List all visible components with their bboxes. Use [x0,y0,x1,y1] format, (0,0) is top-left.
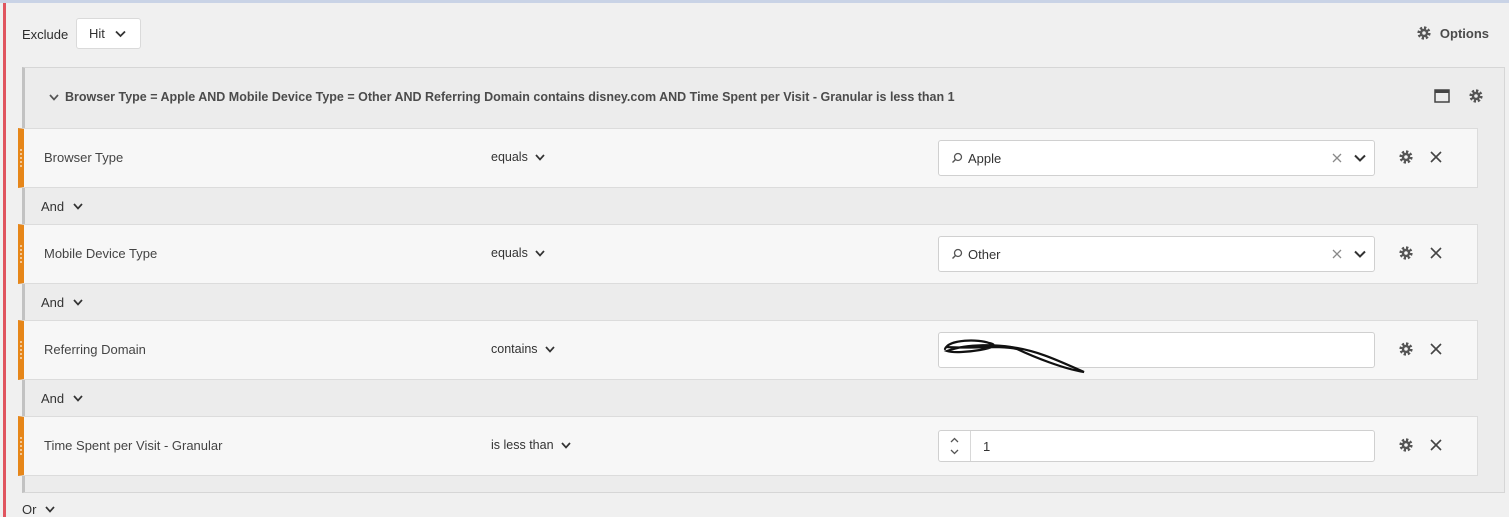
chevron-down-icon [535,249,545,257]
scope-dropdown[interactable]: Hit [76,18,141,49]
operator-label: is less than [491,438,554,452]
and-operator-dropdown[interactable]: And [41,199,83,214]
value-combobox[interactable]: Other [938,236,1375,272]
rule-row: Browser Type equals Apple [18,128,1478,188]
drag-handle-icon[interactable] [20,245,22,263]
chevron-down-icon[interactable] [1354,154,1366,162]
rule-row: Mobile Device Type equals Other [18,224,1478,284]
chevron-down-icon [560,441,571,449]
search-icon [951,152,963,164]
and-operator-dropdown[interactable]: And [41,295,83,310]
chevron-down-icon [535,153,545,161]
top-border [0,0,1509,3]
chevron-down-icon [115,30,126,38]
container-summary-text: Browser Type = Apple AND Mobile Device T… [65,90,955,104]
and-label: And [41,295,65,310]
rule-row: Referring Domain contains [18,320,1478,380]
chevron-down-icon[interactable] [1354,250,1366,258]
drag-handle-icon[interactable] [20,437,22,455]
search-icon [951,248,963,260]
or-label: Or [22,502,37,517]
chevron-down-icon[interactable] [49,93,59,101]
number-stepper[interactable] [939,431,971,461]
operator-label: contains [491,342,538,356]
operator-dropdown[interactable]: equals [491,150,545,164]
chevron-down-icon [45,506,56,513]
and-operator-dropdown[interactable]: And [41,391,83,406]
or-operator-dropdown[interactable]: Or [22,502,56,517]
exclude-indicator-bar [3,3,6,517]
gear-icon[interactable] [1398,245,1414,261]
options-button[interactable]: Options [1416,25,1489,41]
value-text: Apple [968,150,1002,166]
rule-dimension: Browser Type [44,150,124,165]
drag-handle-icon[interactable] [20,149,22,167]
gear-icon[interactable] [1398,341,1414,357]
value-text: Other [968,246,1001,262]
rule-dimension: Referring Domain [44,342,146,357]
exclude-label: Exclude [22,27,69,42]
rule-row: Time Spent per Visit - Granular is less … [18,416,1478,476]
operator-dropdown[interactable]: contains [491,342,555,356]
scope-value: Hit [89,26,105,41]
close-icon[interactable] [1430,151,1442,163]
operator-label: equals [491,150,528,164]
chevron-down-icon [73,395,83,402]
container-summary[interactable]: Browser Type = Apple AND Mobile Device T… [49,90,955,104]
gear-icon[interactable] [1468,88,1484,104]
rule-dimension: Time Spent per Visit - Granular [44,438,223,453]
operator-label: equals [491,246,528,260]
operator-dropdown[interactable]: is less than [491,438,571,452]
redaction-scribble [943,339,1085,374]
operator-dropdown[interactable]: equals [491,246,545,260]
close-icon[interactable] [1430,247,1442,259]
chevron-up-icon[interactable] [950,437,959,443]
gear-icon[interactable] [1398,149,1414,165]
maximize-icon[interactable] [1434,89,1450,103]
and-label: And [41,199,65,214]
rule-dimension: Mobile Device Type [44,246,158,261]
and-label: And [41,391,65,406]
clear-icon[interactable] [1332,249,1342,259]
clear-icon[interactable] [1332,153,1342,163]
value-combobox[interactable]: Apple [938,140,1375,176]
chevron-down-icon [73,299,83,306]
value-text: 1 [983,438,991,454]
options-label: Options [1439,25,1489,41]
gear-icon [1416,25,1432,41]
number-input[interactable]: 1 [938,430,1375,462]
chevron-down-icon[interactable] [950,449,959,455]
close-icon[interactable] [1430,439,1442,451]
drag-handle-icon[interactable] [20,341,22,359]
close-icon[interactable] [1430,343,1442,355]
chevron-down-icon [73,203,83,210]
value-text-input[interactable] [938,332,1375,374]
gear-icon[interactable] [1398,437,1414,453]
chevron-down-icon [544,345,555,353]
